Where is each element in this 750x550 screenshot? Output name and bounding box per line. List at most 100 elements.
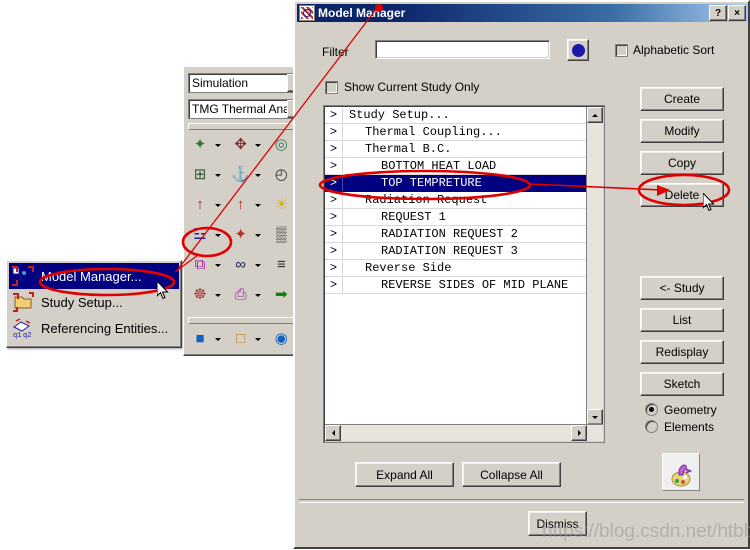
chevron-down-icon[interactable]: [254, 253, 263, 277]
tree-expander-icon[interactable]: >: [325, 226, 343, 242]
scroll-down-icon[interactable]: [587, 409, 603, 425]
chevron-down-icon[interactable]: [213, 133, 222, 157]
reverse-side-icon[interactable]: ✦: [229, 223, 253, 247]
tree-expander-icon[interactable]: >: [325, 209, 343, 225]
tree-row-label: Reverse Side: [365, 261, 452, 275]
study-button[interactable]: <- Study: [640, 276, 724, 300]
tree-expander-icon[interactable]: >: [325, 277, 343, 293]
tree-expander-icon[interactable]: >: [325, 107, 343, 123]
thermal-mesh-icon[interactable]: ✦: [188, 133, 212, 157]
radiation-request-icon[interactable]: ◎: [269, 133, 293, 157]
time-history-icon[interactable]: ◴: [269, 163, 293, 187]
context-menu-item-study-setup[interactable]: Study Setup...: [9, 289, 179, 315]
tree-expander-icon[interactable]: >: [325, 175, 343, 191]
chevron-down-icon[interactable]: [254, 163, 263, 187]
context-menu: λ Model Manager... Study Setup... q1 q2 …: [6, 260, 182, 348]
toolbar-grip-2[interactable]: [188, 317, 310, 324]
toolbar-icon-cell: ✥: [229, 131, 270, 159]
list-button[interactable]: List: [640, 308, 724, 332]
tree-row[interactable]: > Thermal B.C.: [325, 141, 588, 158]
modify-button[interactable]: Modify: [640, 119, 724, 143]
color-swatch-button[interactable]: [567, 39, 589, 61]
boundary-condition-icon[interactable]: ↑: [188, 193, 212, 217]
redisplay-button[interactable]: Redisplay: [640, 340, 724, 364]
tree-row[interactable]: > TOP TEMPRETURE: [325, 175, 588, 192]
tree-expander-icon[interactable]: >: [325, 124, 343, 140]
tree-row[interactable]: > Reverse Side: [325, 260, 588, 277]
post-processing-icon[interactable]: ■: [188, 327, 212, 351]
tree-row[interactable]: > RADIATION REQUEST 2: [325, 226, 588, 243]
help-button[interactable]: ?: [709, 5, 727, 21]
show-current-study-only-row[interactable]: Show Current Study Only: [325, 80, 479, 94]
tree-vertical-scrollbar[interactable]: [586, 107, 603, 425]
create-button[interactable]: Create: [640, 87, 724, 111]
chevron-down-icon[interactable]: [254, 223, 263, 247]
geometry-radio[interactable]: [645, 403, 658, 416]
close-button[interactable]: ×: [728, 5, 746, 21]
elements-radio[interactable]: [645, 420, 658, 433]
tree-expander-icon[interactable]: >: [325, 243, 343, 259]
thermal-bc-icon[interactable]: ↑: [229, 193, 253, 217]
copy-button[interactable]: Copy: [640, 151, 724, 175]
tree-row[interactable]: > BOTTOM HEAT LOAD: [325, 158, 588, 175]
show-current-study-only-checkbox[interactable]: [325, 80, 338, 94]
collapse-all-button[interactable]: Collapse All: [462, 462, 561, 487]
results-view-icon[interactable]: ◉: [269, 327, 293, 351]
solar-load-icon[interactable]: ☀: [269, 193, 293, 217]
chevron-down-icon[interactable]: [213, 193, 222, 217]
tree-row[interactable]: > RADIATION REQUEST 3: [325, 243, 588, 260]
alphabetic-sort-checkbox[interactable]: [615, 43, 628, 57]
thermal-coupling-icon[interactable]: ✥: [229, 133, 253, 157]
delete-button[interactable]: Delete: [640, 183, 724, 207]
elements-radio-row[interactable]: Elements: [645, 418, 717, 435]
alphabetic-sort-row[interactable]: Alphabetic Sort: [615, 43, 714, 57]
scroll-up-icon[interactable]: [587, 107, 603, 123]
extract-data-icon[interactable]: ⎙: [229, 283, 253, 307]
model-manager-icon[interactable]: ☲: [188, 223, 212, 247]
context-menu-item-referencing-entities[interactable]: q1 q2 Referencing Entities...: [9, 315, 179, 341]
tree-horizontal-scrollbar[interactable]: [325, 424, 603, 441]
chevron-down-icon[interactable]: [213, 163, 222, 187]
tree-expander-icon[interactable]: >: [325, 158, 343, 174]
tree-row[interactable]: > REVERSE SIDES OF MID PLANE: [325, 277, 588, 294]
scroll-left-icon[interactable]: [325, 425, 341, 441]
chevron-down-icon[interactable]: [254, 133, 263, 157]
tree-row[interactable]: > Study Setup...: [325, 107, 588, 124]
color-palette-button[interactable]: [662, 453, 700, 491]
tree-expander-icon[interactable]: >: [325, 260, 343, 276]
application-combo[interactable]: Simulation: [188, 73, 310, 93]
model-tree[interactable]: > Study Setup... > Thermal Coupling... > Ther…: [323, 105, 605, 443]
expand-all-button[interactable]: Expand All: [355, 462, 454, 487]
chevron-down-icon[interactable]: [213, 253, 222, 277]
geometry-label: Geometry: [664, 402, 717, 417]
filter-input[interactable]: [375, 40, 550, 59]
link-entities-icon[interactable]: ∞: [229, 253, 253, 277]
chevron-down-icon[interactable]: [213, 283, 222, 307]
chevron-down-icon[interactable]: [213, 327, 222, 351]
tree-row[interactable]: > Radiation Request: [325, 192, 588, 209]
heat-load-icon[interactable]: ⚓: [229, 163, 253, 187]
sketch-button[interactable]: Sketch: [640, 372, 724, 396]
report-document-icon[interactable]: ≡: [269, 253, 293, 277]
copy-study-icon[interactable]: ⧉: [188, 253, 212, 277]
context-menu-item-label: Referencing Entities...: [41, 320, 169, 336]
chevron-down-icon[interactable]: [254, 327, 263, 351]
context-menu-item-model-manager[interactable]: λ Model Manager...: [9, 263, 179, 289]
tree-expander-icon[interactable]: >: [325, 141, 343, 157]
chevron-down-icon[interactable]: [213, 223, 222, 247]
toolbar-grip[interactable]: [188, 123, 310, 130]
geometry-radio-row[interactable]: Geometry: [645, 401, 717, 418]
tree-row[interactable]: > Thermal Coupling...: [325, 124, 588, 141]
tree-expander-icon[interactable]: >: [325, 192, 343, 208]
solve-arrow-icon[interactable]: ➡: [269, 283, 293, 307]
scroll-right-icon[interactable]: [571, 425, 587, 441]
dialog-titlebar[interactable]: Model Manager ? ×: [297, 4, 748, 22]
chevron-down-icon[interactable]: [254, 283, 263, 307]
mesh-cloud-icon[interactable]: ☸: [188, 283, 212, 307]
mesh-control-icon[interactable]: ⊞: [188, 163, 212, 187]
solver-combo[interactable]: TMG Thermal Anal: [188, 99, 310, 119]
new-scenario-icon[interactable]: □: [229, 327, 253, 351]
tree-row[interactable]: > REQUEST 1: [325, 209, 588, 226]
chevron-down-icon[interactable]: [254, 193, 263, 217]
table-grid-icon[interactable]: ▒: [269, 223, 293, 247]
